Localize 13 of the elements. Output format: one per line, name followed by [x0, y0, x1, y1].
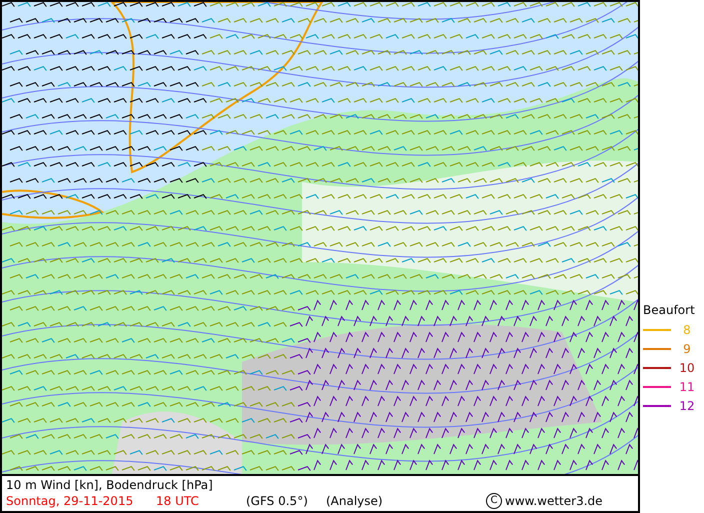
- legend-label: 9: [682, 342, 692, 356]
- legend-label: 12: [679, 399, 695, 413]
- model-text: (GFS 0.5°): [246, 493, 309, 509]
- time-text: 18 UTC: [156, 493, 200, 509]
- legend-label: 11: [679, 380, 695, 394]
- map-title: 10 m Wind [kn], Bodendruck [hPa]: [6, 477, 213, 493]
- site-text: www.wetter3.de: [505, 493, 603, 509]
- copyright-icon: C: [486, 493, 502, 509]
- run-text: (Analyse): [326, 493, 384, 509]
- date-text: Sonntag, 29-11-2015: [6, 493, 134, 509]
- legend-title: Beaufort: [643, 303, 696, 317]
- legend-label: 8: [682, 323, 692, 337]
- legend-label: 10: [679, 361, 695, 375]
